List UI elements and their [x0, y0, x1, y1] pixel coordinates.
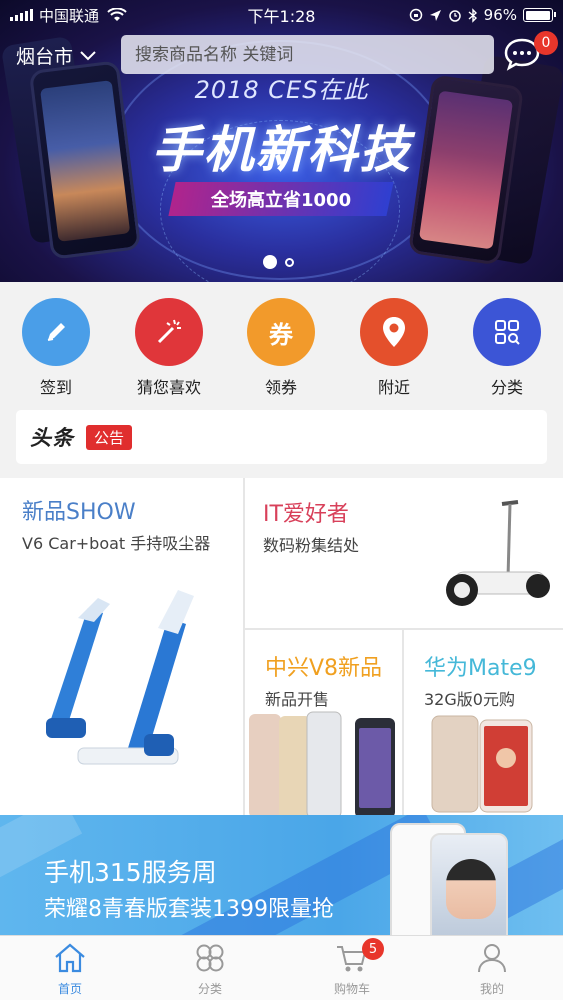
quick-entry-bar: 签到 猜您喜欢 券 领券 附近 分类 — [0, 282, 563, 400]
promo-title: 新品SHOW — [22, 500, 136, 525]
carousel-dot-active[interactable] — [263, 255, 277, 269]
message-count-badge: 0 — [534, 31, 558, 55]
promo-zte-v8[interactable]: 中兴V8新品 新品开售 — [245, 630, 402, 815]
honor-promo-banner[interactable]: 手机315服务周 荣耀8青春版套装1399限量抢 — [0, 815, 563, 935]
quick-entry-nearby[interactable]: 附近 — [349, 298, 439, 398]
headline-news-bar[interactable]: 头条 公告 — [16, 410, 547, 464]
promo-title: 华为Mate9 — [424, 656, 537, 681]
search-bar[interactable] — [121, 35, 494, 74]
promo-banner-subtitle: 荣耀8青春版套装1399限量抢 — [44, 897, 334, 922]
bottom-tab-bar: 首页 分类 5 购物车 我的 — [0, 935, 563, 1000]
tab-category-label: 分类 — [197, 982, 222, 996]
headline-brand: 头条 — [30, 426, 74, 450]
status-bar: 中国联通 下午1:28 96% — [0, 0, 563, 30]
quick-entry-guess[interactable]: 猜您喜欢 — [124, 298, 214, 398]
quick-entry-category[interactable]: 分类 — [462, 298, 552, 398]
checkin-button[interactable] — [22, 298, 90, 366]
promo-subtitle: V6 Car+boat 手持吸尘器 — [22, 534, 211, 553]
tab-home-label: 首页 — [57, 982, 82, 996]
city-name[interactable]: 烟台市 — [16, 42, 73, 69]
location-pin-icon — [383, 317, 405, 347]
banner-subtitle: 全场高立省1000 — [210, 190, 352, 211]
carousel-dot[interactable] — [285, 257, 294, 267]
home-icon — [55, 943, 85, 973]
promo-title: 中兴V8新品 — [265, 656, 383, 681]
tab-cart[interactable]: 5 购物车 — [302, 938, 402, 997]
banner-title: 手机新科技 — [151, 121, 412, 179]
tab-mine[interactable]: 我的 — [442, 942, 542, 997]
carousel-indicator[interactable] — [263, 255, 294, 269]
category-icon — [196, 944, 224, 972]
promo-huawei-mate9[interactable]: 华为Mate9 32G版0元购 — [404, 630, 563, 815]
category-label: 分类 — [490, 378, 523, 397]
category-button[interactable] — [473, 298, 541, 366]
guess-you-like-label: 猜您喜欢 — [136, 378, 201, 397]
quick-entry-checkin[interactable]: 签到 — [11, 298, 101, 398]
user-icon — [478, 944, 506, 973]
huawei-phone-image — [431, 715, 533, 813]
app-screen: 2018 CES在此 手机新科技 全场高立省1000 中国联通 下午1:28 9… — [0, 0, 563, 1000]
coupon-icon: 券 — [269, 320, 293, 349]
coupon-label: 领券 — [264, 378, 297, 397]
honor-phone-front-image — [430, 833, 508, 935]
status-time: 下午1:28 — [247, 7, 316, 26]
tab-category[interactable]: 分类 — [160, 942, 260, 997]
balance-scooter-image — [446, 500, 550, 606]
battery-icon — [523, 8, 556, 22]
promo-new-show[interactable]: 新品SHOW V6 Car+boat 手持吸尘器 — [0, 478, 243, 815]
nearby-label: 附近 — [377, 378, 410, 397]
city-selector[interactable]: 烟台市 — [16, 42, 97, 69]
quick-entry-coupon[interactable]: 券 领券 — [236, 298, 326, 398]
promo-grid: 新品SHOW V6 Car+boat 手持吸尘器 IT爱好者 数码粉集结处 中兴… — [0, 478, 563, 815]
pencil-icon — [47, 323, 65, 341]
banner-subtitle-ribbon: 全场高立省1000 — [168, 182, 394, 216]
coupon-button[interactable]: 券 — [247, 298, 315, 366]
promo-it-fans[interactable]: IT爱好者 数码粉集结处 — [245, 478, 563, 628]
category-grid-icon — [495, 320, 520, 345]
cart-count-badge: 5 — [362, 938, 384, 960]
nearby-button[interactable] — [360, 298, 428, 366]
banner-event-line: 2018 CES在此 — [194, 76, 369, 104]
announcement-tag: 公告 — [86, 424, 133, 450]
chevron-down-icon — [80, 50, 96, 60]
search-input[interactable] — [135, 44, 494, 65]
promo-subtitle: 新品开售 — [265, 690, 330, 709]
magic-wand-icon — [157, 319, 181, 344]
tab-home[interactable]: 首页 — [20, 942, 120, 997]
promo-subtitle: 32G版0元购 — [424, 690, 515, 709]
tab-cart-label: 购物车 — [333, 982, 370, 996]
guess-you-like-button[interactable] — [135, 298, 203, 366]
checkin-label: 签到 — [39, 378, 72, 397]
tab-mine-label: 我的 — [479, 982, 504, 996]
promo-banner-title: 手机315服务周 — [44, 858, 217, 887]
vacuum-cleaner-image — [46, 590, 194, 765]
zte-phones-image — [249, 711, 395, 815]
